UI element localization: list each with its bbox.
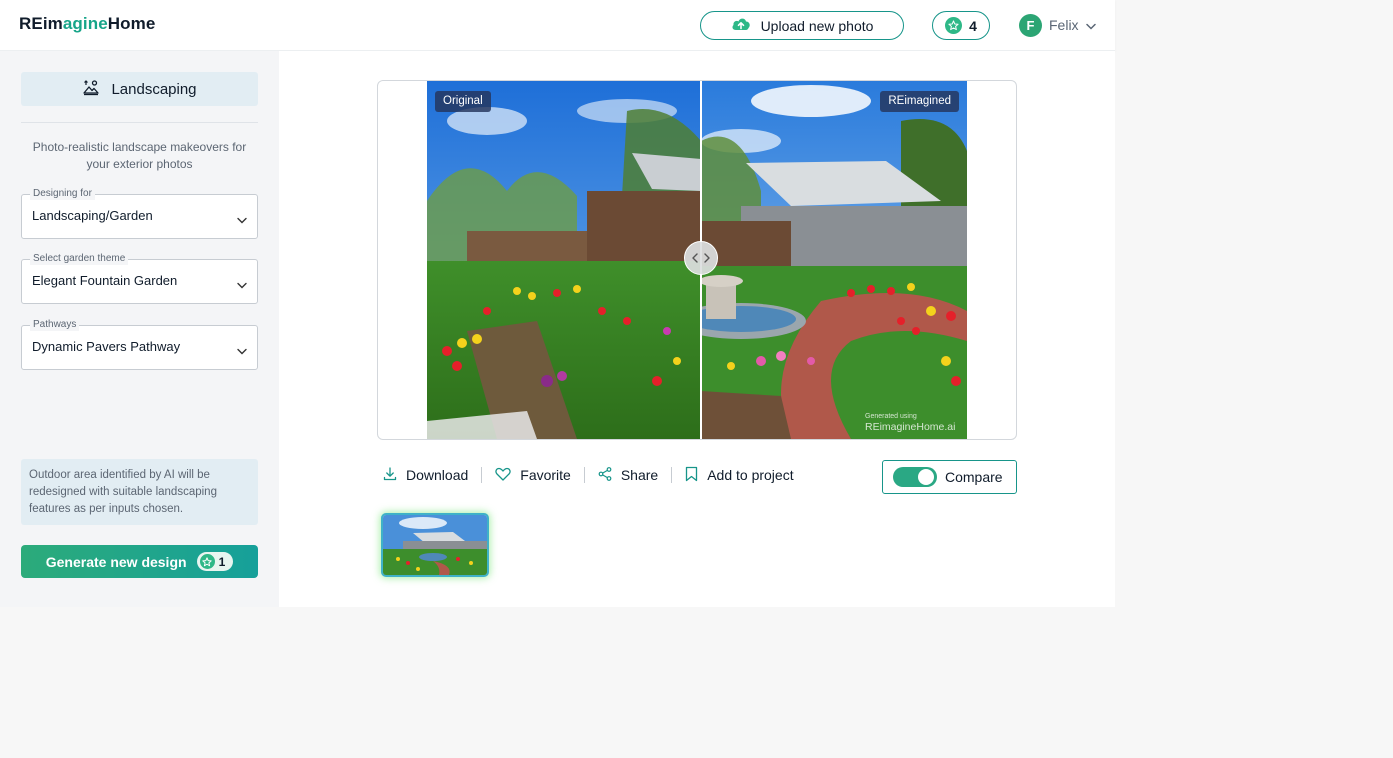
download-icon <box>383 466 397 484</box>
designing-for-select[interactable]: Designing for Landscaping/Garden <box>21 188 258 239</box>
bookmark-icon <box>685 466 698 485</box>
favorite-button[interactable]: Favorite <box>482 467 584 484</box>
divider <box>21 122 258 123</box>
star-gem-icon <box>199 554 215 569</box>
landscape-icon <box>82 78 100 100</box>
chevron-down-icon <box>237 276 247 294</box>
heart-icon <box>495 467 511 484</box>
info-note: Outdoor area identified by AI will be re… <box>21 459 258 525</box>
design-thumbnail[interactable] <box>383 515 487 575</box>
cloud-upload-icon <box>731 17 751 34</box>
mode-title: Landscaping <box>21 72 258 106</box>
sidebar: Landscaping Photo-realistic landscape ma… <box>0 51 279 607</box>
main-content: Original REimagined Generated using REim… <box>279 51 1115 607</box>
chevron-down-icon <box>1085 17 1096 33</box>
add-to-project-button[interactable]: Add to project <box>672 466 806 485</box>
user-name: Felix <box>1049 17 1079 33</box>
share-button[interactable]: Share <box>585 466 671 484</box>
user-menu[interactable]: F Felix <box>1019 13 1096 37</box>
garden-theme-select[interactable]: Select garden theme Elegant Fountain Gar… <box>21 253 258 304</box>
compare-slider-handle[interactable] <box>684 241 718 275</box>
share-icon <box>598 466 612 484</box>
mode-description: Photo-realistic landscape makeovers for … <box>32 140 247 171</box>
switch-knob <box>918 469 934 485</box>
watermark: Generated using REimagineHome.ai <box>865 413 956 433</box>
pathways-select[interactable]: Pathways Dynamic Pavers Pathway <box>21 319 258 370</box>
generate-new-design-button[interactable]: Generate new design 1 <box>21 545 258 578</box>
chevrons-left-right-icon <box>692 253 710 263</box>
compare-switch[interactable] <box>893 467 937 487</box>
app-logo[interactable]: REimagineHome <box>19 14 155 34</box>
download-button[interactable]: Download <box>383 466 481 484</box>
reimagined-photo: REimagined <box>701 81 967 439</box>
upload-new-photo-button[interactable]: Upload new photo <box>700 11 904 40</box>
star-gem-icon <box>945 17 963 34</box>
top-header: REimagineHome Upload new photo 4 F Felix <box>0 0 1115 51</box>
reimagined-tag: REimagined <box>880 91 959 112</box>
action-bar: Download Favorite Share Add to project <box>383 463 807 487</box>
original-tag: Original <box>435 91 491 112</box>
generate-cost-badge: 1 <box>196 552 234 571</box>
chevron-down-icon <box>237 342 247 360</box>
chevron-down-icon <box>237 211 247 229</box>
compare-viewer[interactable]: Original REimagined Generated using REim… <box>377 80 1017 440</box>
avatar: F <box>1019 13 1042 37</box>
compare-toggle[interactable]: Compare <box>882 460 1017 494</box>
original-photo: Original <box>427 81 701 439</box>
credits-badge[interactable]: 4 <box>932 11 990 40</box>
